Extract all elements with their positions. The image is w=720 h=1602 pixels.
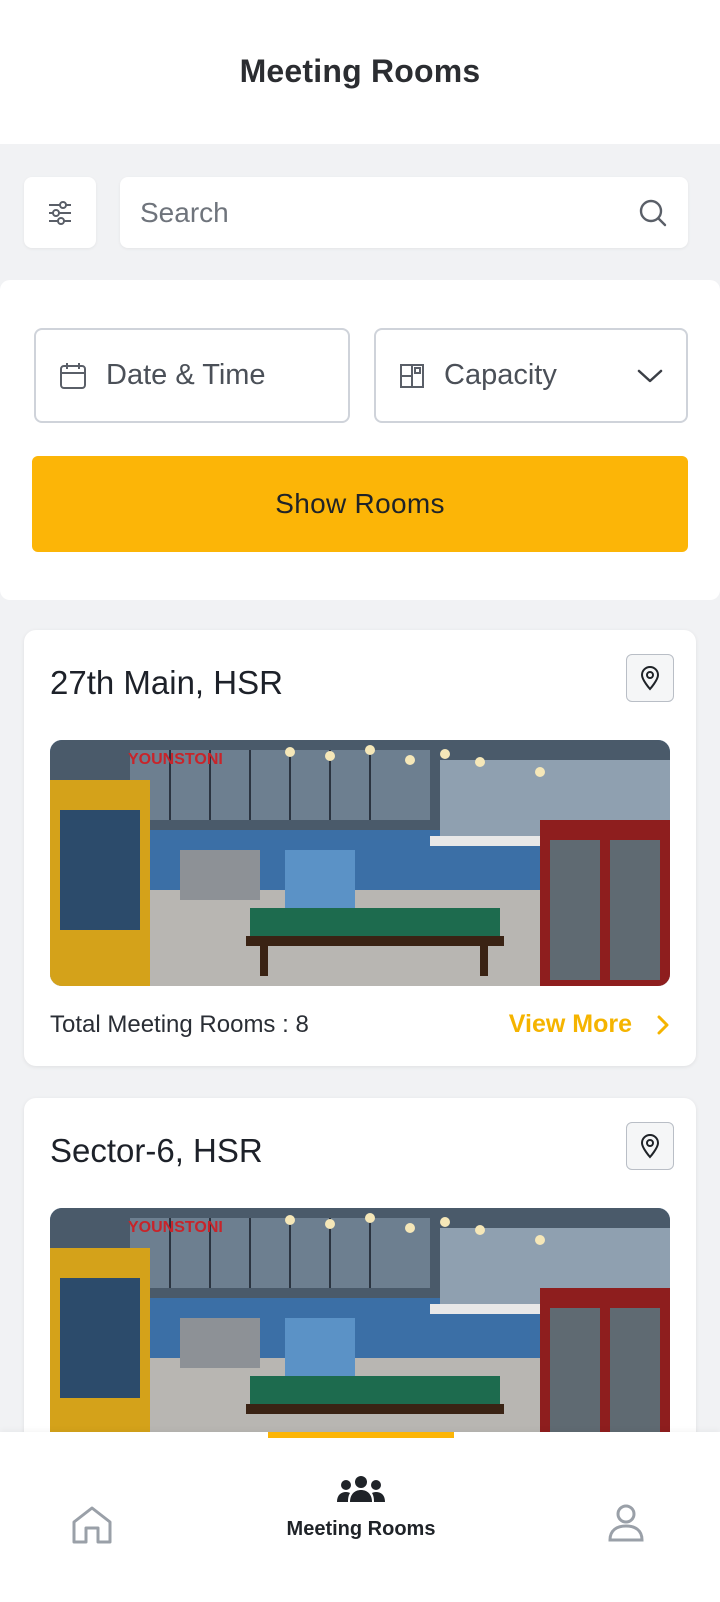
search-icon[interactable] — [638, 198, 668, 228]
calendar-icon — [60, 362, 86, 389]
show-rooms-button[interactable]: Show Rooms — [32, 456, 688, 552]
profile-icon — [608, 1504, 644, 1542]
date-time-label: Date & Time — [106, 359, 266, 391]
svg-text:YOUNSTONI: YOUNSTONI — [128, 751, 223, 768]
location-card[interactable]: 27th Main, HSR YOUNSTONI Total Meeting R… — [24, 630, 696, 1066]
location-photo: YOUNSTONI — [50, 740, 670, 986]
home-icon — [72, 1506, 112, 1544]
grid-layout-icon — [400, 363, 424, 388]
svg-text:YOUNSTONI: YOUNSTONI — [128, 1219, 223, 1236]
chevron-down-icon — [637, 369, 663, 382]
page-title: Meeting Rooms — [239, 52, 481, 89]
capacity-dropdown[interactable]: Capacity — [374, 328, 688, 423]
map-pin-icon — [640, 666, 660, 691]
chevron-right-icon — [657, 1015, 669, 1034]
app-header: Meeting Rooms — [0, 0, 720, 144]
location-name: 27th Main, HSR — [50, 664, 283, 701]
map-pin-icon — [640, 1134, 660, 1159]
nav-item-label: Meeting Rooms — [286, 1518, 436, 1540]
view-more-link[interactable]: View More — [509, 1010, 670, 1039]
active-tab-indicator — [268, 1432, 454, 1438]
nav-item-home[interactable] — [70, 1504, 114, 1546]
date-time-field[interactable]: Date & Time — [34, 328, 350, 423]
map-pin-button[interactable] — [626, 654, 674, 702]
map-pin-button[interactable] — [626, 1122, 674, 1170]
filters-panel: Date & Time Capacity Show Rooms — [0, 280, 720, 600]
total-rooms-text: Total Meeting Rooms : 8 — [50, 1010, 309, 1038]
sliders-icon — [49, 200, 71, 225]
view-more-label: View More — [508, 1010, 632, 1038]
coworking-space-image: YOUNSTONI — [50, 1208, 670, 1454]
coworking-space-image: YOUNSTONI — [50, 740, 670, 986]
search-bar — [120, 177, 688, 248]
bottom-navigation: Meeting Rooms — [0, 1432, 720, 1602]
capacity-label: Capacity — [444, 359, 557, 391]
people-group-icon — [337, 1476, 385, 1502]
filter-button[interactable] — [24, 177, 96, 248]
search-input[interactable] — [140, 196, 638, 229]
nav-item-profile[interactable] — [608, 1504, 644, 1542]
nav-item-meeting-rooms[interactable]: Meeting Rooms — [270, 1474, 452, 1541]
card-footer: Total Meeting Rooms : 8 View More — [50, 1010, 670, 1039]
location-name: Sector-6, HSR — [50, 1132, 263, 1169]
location-photo: YOUNSTONI — [50, 1208, 670, 1454]
